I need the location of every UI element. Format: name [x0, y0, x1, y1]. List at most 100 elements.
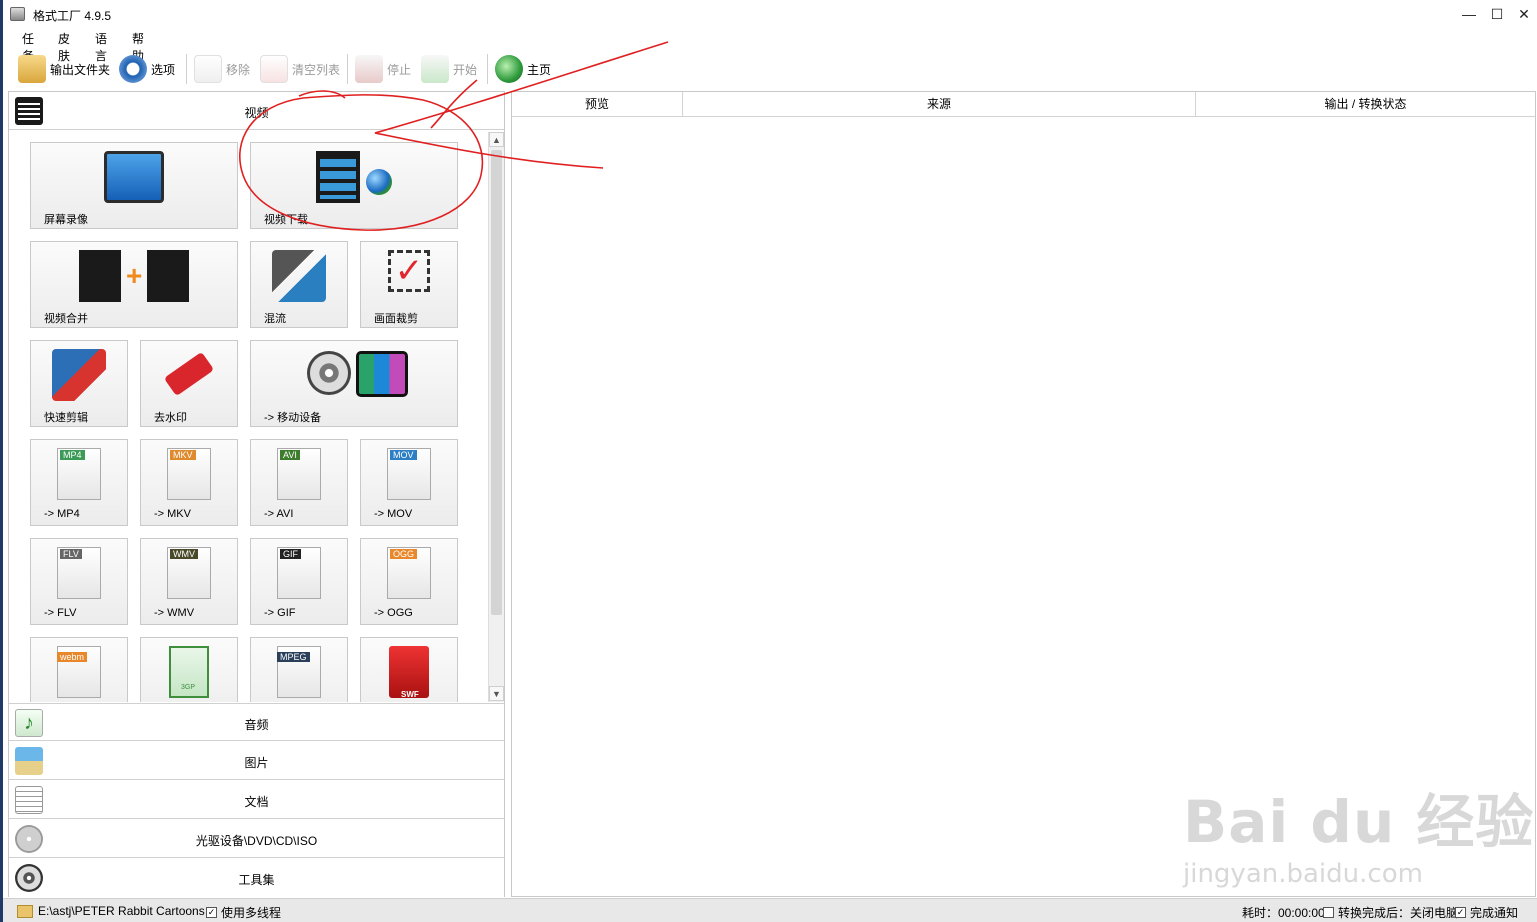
start-label: 开始 [453, 62, 478, 77]
column-header-source[interactable]: 来源 [683, 92, 1196, 117]
format-badge: webm [57, 652, 88, 662]
app-logo-icon [10, 7, 25, 21]
clear-list-icon [260, 55, 288, 83]
category-audio-label: 音频 [244, 718, 269, 732]
window-title: 格式工厂 4.9.5 [33, 9, 112, 23]
tile-webm[interactable]: webm [30, 637, 128, 702]
options-label: 选项 [151, 62, 176, 77]
tile-label: 混流 [264, 313, 286, 325]
scroll-down-icon[interactable]: ▼ [489, 686, 504, 701]
category-picture[interactable]: 图片 [9, 742, 504, 780]
watermark-sub-text: jingyan.baidu.com [1183, 859, 1423, 889]
tile-crop[interactable]: ✓ 画面裁剪 [360, 241, 458, 328]
tile-label: 去水印 [154, 412, 187, 424]
tile-label: 视频下载 [264, 214, 308, 226]
column-header-preview[interactable]: 预览 [512, 92, 683, 117]
toolbar-divider [347, 54, 348, 84]
checkbox-checked-icon: ✓ [1455, 907, 1466, 918]
output-folder-label: 输出文件夹 [50, 62, 111, 77]
globe-icon [366, 169, 392, 195]
toolbar-divider [487, 54, 488, 84]
format-badge: MP4 [60, 450, 85, 460]
elapsed-time: 耗时：00:00:00 [1242, 904, 1325, 921]
tile-avi[interactable]: AVI -> AVI [250, 439, 348, 526]
start-button[interactable]: 开始 [421, 53, 477, 85]
category-disc[interactable]: 光驱设备\DVD\CD\ISO [9, 820, 504, 858]
options-button[interactable]: 选项 [119, 53, 175, 85]
category-tools-label: 工具集 [238, 873, 275, 887]
tile-gif[interactable]: GIF -> GIF [250, 538, 348, 625]
column-header-status[interactable]: 输出 / 转换状态 [1196, 92, 1535, 117]
tile-wmv[interactable]: WMV -> WMV [140, 538, 238, 625]
close-button[interactable]: ✕ [1514, 5, 1534, 23]
elapsed-time-text: 耗时：00:00:00 [1242, 906, 1325, 920]
tile-label: -> WMV [154, 607, 195, 619]
output-path-text: E:\astj\PETER Rabbit Cartoons [38, 904, 205, 918]
format-badge: SWF [401, 690, 419, 699]
tile-ogg[interactable]: OGG -> OGG [360, 538, 458, 625]
category-tools[interactable]: 工具集 [9, 859, 504, 897]
shutdown-after-label: 转换完成后：关闭电脑 [1338, 906, 1459, 920]
tile-label: 画面裁剪 [374, 313, 418, 325]
category-document-label: 文档 [244, 795, 269, 809]
checkbox-unchecked-icon [1323, 907, 1334, 918]
tile-3gp[interactable]: 3GP [140, 637, 238, 702]
stop-button[interactable]: 停止 [355, 53, 411, 85]
stop-icon [355, 55, 383, 83]
plus-icon: + [126, 260, 143, 291]
tile-label: -> FLV [44, 607, 77, 619]
home-label: 主页 [527, 62, 552, 77]
video-download-icon [315, 151, 360, 203]
toolbar-divider [186, 54, 187, 84]
tile-mpeg[interactable]: MPEG [250, 637, 348, 702]
home-button[interactable]: 主页 [495, 53, 551, 85]
format-badge: FLV [60, 549, 82, 559]
tile-flv[interactable]: FLV -> FLV [30, 538, 128, 625]
format-badge: OGG [390, 549, 418, 559]
shutdown-after-checkbox[interactable]: 转换完成后：关闭电脑 [1323, 904, 1458, 921]
minimize-button[interactable]: — [1459, 5, 1479, 23]
crop-check-icon: ✓ [388, 250, 430, 292]
tile-screen-record[interactable]: 屏幕录像 [30, 142, 238, 229]
tile-label: -> OGG [374, 607, 413, 619]
tile-label: -> MKV [154, 508, 191, 520]
scroll-up-icon[interactable]: ▲ [489, 132, 504, 147]
tile-mkv[interactable]: MKV -> MKV [140, 439, 238, 526]
checkbox-checked-icon: ✓ [206, 907, 217, 918]
clear-list-button[interactable]: 清空列表 [260, 53, 340, 85]
video-tools-grid: 屏幕录像 视频下载 + 视频合并 混流 ✓ 画面裁剪 快速剪辑 去水印 -> 移… [9, 132, 487, 702]
start-icon [421, 55, 449, 83]
output-path[interactable]: E:\astj\PETER Rabbit Cartoons [17, 904, 205, 918]
maximize-button[interactable]: ☐ [1487, 5, 1507, 23]
multithread-checkbox[interactable]: ✓ 使用多线程 [206, 904, 281, 921]
category-video[interactable]: 视频 [9, 92, 504, 130]
output-folder-button[interactable]: 输出文件夹 [18, 53, 110, 85]
clear-list-label: 清空列表 [292, 62, 341, 77]
tile-mp4[interactable]: MP4 -> MP4 [30, 439, 128, 526]
tile-quick-clip[interactable]: 快速剪辑 [30, 340, 128, 427]
film-reel-icon [307, 351, 351, 395]
tile-mobile[interactable]: -> 移动设备 [250, 340, 458, 427]
toolbar: 输出文件夹 选项 移除 清空列表 停止 开始 主页 [3, 50, 1537, 88]
status-bar: E:\astj\PETER Rabbit Cartoons ✓ 使用多线程 耗时… [3, 898, 1537, 922]
folder-icon [18, 55, 46, 83]
tile-video-merge[interactable]: + 视频合并 [30, 241, 238, 328]
scissors-film-icon [52, 349, 106, 401]
tile-mov[interactable]: MOV -> MOV [360, 439, 458, 526]
tile-video-download[interactable]: 视频下载 [250, 142, 458, 229]
tile-remove-watermark[interactable]: 去水印 [140, 340, 238, 427]
folder-icon [17, 904, 33, 918]
remove-icon [194, 55, 222, 83]
tile-mux[interactable]: 混流 [250, 241, 348, 328]
scroll-thumb[interactable] [491, 150, 502, 615]
tile-label: -> MP4 [44, 508, 80, 520]
category-disc-label: 光驱设备\DVD\CD\ISO [195, 834, 318, 848]
remove-button[interactable]: 移除 [194, 53, 250, 85]
grid-scrollbar[interactable]: ▲ ▼ [488, 132, 504, 702]
notify-checkbox[interactable]: ✓ 完成通知 [1455, 904, 1518, 921]
category-document[interactable]: 文档 [9, 781, 504, 819]
tile-label: -> 移动设备 [264, 412, 322, 424]
category-audio[interactable]: ♪ 音频 [9, 703, 504, 741]
tile-swf[interactable]: SWF [360, 637, 458, 702]
category-picture-label: 图片 [244, 756, 269, 770]
